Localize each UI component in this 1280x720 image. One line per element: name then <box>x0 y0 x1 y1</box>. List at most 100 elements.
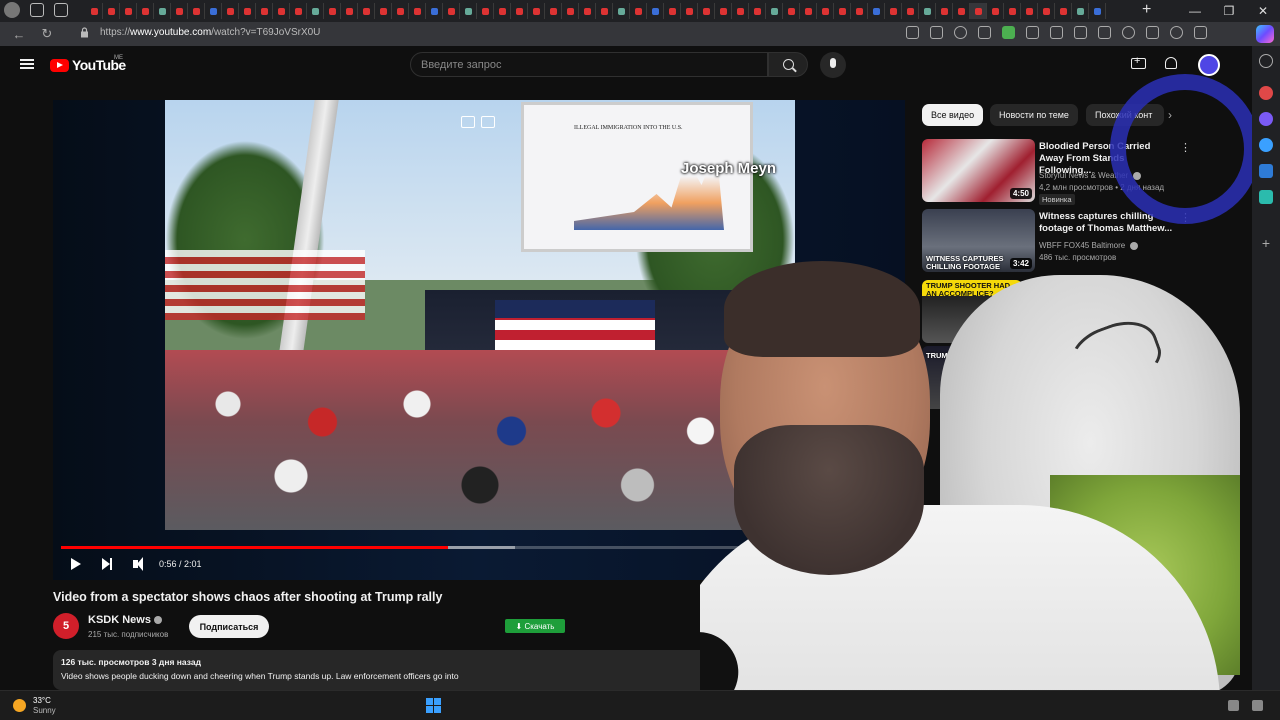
copilot-icon[interactable] <box>1256 25 1274 43</box>
browser-tab[interactable] <box>1004 3 1021 19</box>
browser-tab[interactable] <box>987 3 1004 19</box>
browser-tab[interactable] <box>1089 3 1106 19</box>
extensions-icon[interactable] <box>1026 26 1039 39</box>
favorites-icon[interactable] <box>1074 26 1087 39</box>
weather-temperature[interactable]: 33°C <box>33 696 51 705</box>
chip-all-videos[interactable]: Все видео <box>922 104 984 126</box>
voice-search-button[interactable] <box>820 52 846 78</box>
volume-icon[interactable] <box>133 557 143 571</box>
browser-tab[interactable] <box>307 3 324 19</box>
games-icon[interactable] <box>1259 112 1273 126</box>
browser-tab[interactable] <box>324 3 341 19</box>
favorite-icon[interactable] <box>978 26 991 39</box>
more-menu-icon[interactable] <box>1194 26 1207 39</box>
minimize-icon[interactable]: — <box>1178 0 1212 22</box>
browser-tab[interactable] <box>885 3 902 19</box>
close-icon[interactable]: ✕ <box>1246 0 1280 22</box>
picture-in-picture-icon[interactable] <box>481 116 495 128</box>
browser-tab[interactable] <box>290 3 307 19</box>
browser-tab[interactable] <box>103 3 120 19</box>
browser-tab[interactable] <box>783 3 800 19</box>
read-aloud-icon[interactable] <box>930 26 943 39</box>
downloads-icon[interactable] <box>1146 26 1159 39</box>
start-button[interactable] <box>426 698 441 713</box>
browser-tab[interactable] <box>681 3 698 19</box>
browser-tab[interactable] <box>902 3 919 19</box>
browser-tab[interactable] <box>511 3 528 19</box>
browser-tab[interactable] <box>154 3 171 19</box>
notifications-icon[interactable] <box>1165 57 1177 69</box>
tracking-prevention-icon[interactable] <box>954 26 967 39</box>
browser-tab[interactable] <box>358 3 375 19</box>
profile-icon[interactable] <box>4 2 20 18</box>
browser-tab[interactable] <box>171 3 188 19</box>
browser-tab[interactable] <box>256 3 273 19</box>
browser-tab[interactable] <box>613 3 630 19</box>
tray-network-icon[interactable] <box>1252 700 1263 711</box>
browser-tab[interactable] <box>766 3 783 19</box>
download-button[interactable]: ⬇ Скачать <box>505 619 565 633</box>
browser-tab[interactable] <box>596 3 613 19</box>
search-icon[interactable] <box>1259 54 1273 68</box>
maximize-icon[interactable]: ❐ <box>1212 0 1246 22</box>
install-app-icon[interactable] <box>906 26 919 39</box>
browser-tab[interactable] <box>222 3 239 19</box>
browser-tab[interactable] <box>868 3 885 19</box>
browser-tab[interactable] <box>647 3 664 19</box>
tab-actions-icon[interactable] <box>54 3 68 17</box>
split-screen-icon[interactable] <box>1050 26 1063 39</box>
browser-tab[interactable] <box>1072 3 1089 19</box>
back-icon[interactable]: ← <box>10 25 28 43</box>
workspaces-icon[interactable] <box>30 3 44 17</box>
browser-tab[interactable] <box>851 3 868 19</box>
subscribe-button[interactable]: Подписаться <box>189 615 269 638</box>
next-icon[interactable] <box>102 558 112 570</box>
create-video-icon[interactable] <box>1131 55 1146 69</box>
browser-tab[interactable] <box>477 3 494 19</box>
performance-icon[interactable] <box>1170 26 1183 39</box>
chip-related-news[interactable]: Новости по теме <box>990 104 1078 126</box>
browser-tab[interactable] <box>494 3 511 19</box>
browser-tab[interactable] <box>409 3 426 19</box>
browser-tab[interactable] <box>800 3 817 19</box>
browser-tab[interactable] <box>545 3 562 19</box>
browser-tab[interactable] <box>970 3 987 19</box>
miniplayer-icon[interactable] <box>461 116 475 128</box>
browser-tab[interactable] <box>443 3 460 19</box>
browser-tab[interactable] <box>137 3 154 19</box>
browser-tab[interactable] <box>817 3 834 19</box>
browser-tab[interactable] <box>919 3 936 19</box>
browser-tab[interactable] <box>1055 3 1072 19</box>
browser-tab[interactable] <box>732 3 749 19</box>
browser-tab[interactable] <box>188 3 205 19</box>
browser-tab[interactable] <box>120 3 137 19</box>
browser-tab[interactable] <box>460 3 477 19</box>
sun-icon[interactable] <box>13 699 26 712</box>
history-icon[interactable] <box>1122 26 1135 39</box>
browser-tab[interactable] <box>834 3 851 19</box>
browser-tab[interactable] <box>528 3 545 19</box>
browser-tab[interactable] <box>936 3 953 19</box>
channel-name[interactable]: KSDK News <box>88 614 162 626</box>
browser-tab[interactable] <box>562 3 579 19</box>
outlook-icon[interactable] <box>1259 164 1273 178</box>
browser-tab[interactable] <box>341 3 358 19</box>
browser-tab[interactable] <box>392 3 409 19</box>
browser-tab[interactable] <box>375 3 392 19</box>
browser-tab[interactable] <box>664 3 681 19</box>
tray-app-icon[interactable] <box>1228 700 1239 711</box>
browser-tab[interactable] <box>426 3 443 19</box>
browser-tab[interactable] <box>205 3 222 19</box>
account-avatar[interactable] <box>1198 54 1220 76</box>
browser-tab[interactable] <box>579 3 596 19</box>
copilot-sidebar-icon[interactable] <box>1259 138 1273 152</box>
url-field[interactable]: https://www.youtube.com/watch?v=T69JoVSr… <box>100 27 320 38</box>
browser-tab[interactable] <box>86 3 103 19</box>
new-tab-button[interactable]: + <box>1142 1 1151 19</box>
menu-icon[interactable] <box>20 59 34 69</box>
browser-tab[interactable] <box>273 3 290 19</box>
play-icon[interactable] <box>71 558 81 570</box>
recommendation-thumbnail[interactable]: 4:50 <box>922 139 1035 202</box>
channel-avatar[interactable]: 5 <box>53 613 79 639</box>
browser-tab[interactable] <box>1038 3 1055 19</box>
